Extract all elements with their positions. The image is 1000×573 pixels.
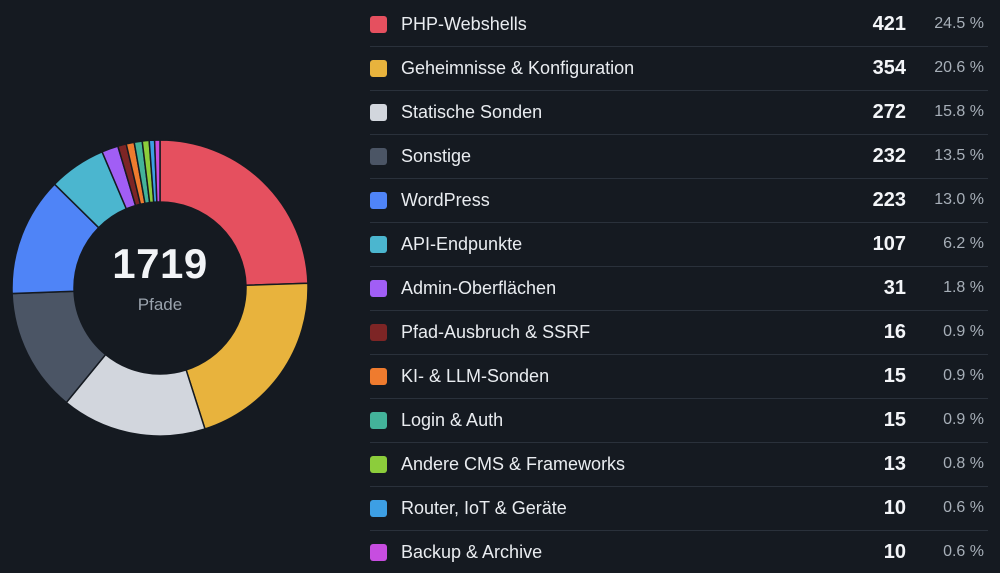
legend-swatch bbox=[370, 148, 387, 165]
legend-count: 10 bbox=[883, 497, 906, 519]
legend: PHP-Webshells 421 24.5 % Geheimnisse & Konf… bbox=[370, 3, 988, 573]
legend-percent: 0.9 % bbox=[943, 411, 984, 428]
legend-label: PHP-Webshells bbox=[401, 14, 527, 34]
legend-row[interactable]: WordPress 223 13.0 % bbox=[370, 179, 988, 223]
legend-count: 15 bbox=[883, 365, 906, 387]
legend-label: Pfad-Ausbruch & SSRF bbox=[401, 322, 591, 342]
donut-chart: 1719 Pfade bbox=[10, 138, 310, 438]
legend-percent: 15.8 % bbox=[934, 103, 984, 120]
legend-percent: 13.5 % bbox=[934, 147, 984, 164]
legend-swatch bbox=[370, 500, 387, 517]
legend-count: 31 bbox=[883, 277, 906, 299]
legend-swatch bbox=[370, 280, 387, 297]
legend-row[interactable]: Backup & Archive 10 0.6 % bbox=[370, 531, 988, 573]
legend-percent: 20.6 % bbox=[934, 59, 984, 76]
legend-row[interactable]: Sonstige 232 13.5 % bbox=[370, 135, 988, 179]
legend-percent: 24.5 % bbox=[934, 15, 984, 32]
legend-count: 107 bbox=[872, 233, 906, 255]
legend-percent: 13.0 % bbox=[934, 191, 984, 208]
legend-row[interactable]: Login & Auth 15 0.9 % bbox=[370, 399, 988, 443]
legend-count: 223 bbox=[872, 189, 906, 211]
legend-row[interactable]: Andere CMS & Frameworks 13 0.8 % bbox=[370, 443, 988, 487]
legend-label: Andere CMS & Frameworks bbox=[401, 454, 626, 474]
legend-count: 15 bbox=[883, 409, 906, 431]
legend-row[interactable]: API-Endpunkte 107 6.2 % bbox=[370, 223, 988, 267]
legend-percent: 0.6 % bbox=[943, 499, 984, 516]
legend-swatch bbox=[370, 544, 387, 561]
legend-label: Geheimnisse & Konfiguration bbox=[401, 58, 635, 78]
legend-swatch bbox=[370, 412, 387, 429]
legend-row[interactable]: Router, IoT & Geräte 10 0.6 % bbox=[370, 487, 988, 531]
legend-swatch bbox=[370, 236, 387, 253]
donut-svg bbox=[11, 139, 309, 437]
legend-count: 10 bbox=[883, 541, 906, 563]
legend-row[interactable]: Admin-Oberflächen 31 1.8 % bbox=[370, 267, 988, 311]
legend-label: KI- & LLM-Sonden bbox=[401, 366, 550, 386]
legend-percent: 0.9 % bbox=[943, 367, 984, 384]
legend-label: Admin-Oberflächen bbox=[401, 278, 557, 298]
legend-percent: 0.8 % bbox=[943, 455, 984, 472]
legend-percent: 0.6 % bbox=[943, 543, 984, 560]
legend-swatch bbox=[370, 368, 387, 385]
legend-label: Router, IoT & Geräte bbox=[401, 498, 567, 518]
legend-label: API-Endpunkte bbox=[401, 234, 523, 254]
total-label: Pfade bbox=[137, 295, 183, 314]
legend-swatch bbox=[370, 192, 387, 209]
legend-count: 272 bbox=[872, 101, 906, 123]
legend-row[interactable]: KI- & LLM-Sonden 15 0.9 % bbox=[370, 355, 988, 399]
legend-percent: 6.2 % bbox=[943, 235, 984, 252]
legend-percent: 0.9 % bbox=[943, 323, 984, 340]
legend-swatch bbox=[370, 60, 387, 77]
legend-percent: 1.8 % bbox=[943, 279, 984, 296]
legend-count: 16 bbox=[883, 321, 906, 343]
legend-swatch bbox=[370, 16, 387, 33]
legend-label: Login & Auth bbox=[401, 410, 504, 430]
legend-row[interactable]: Geheimnisse & Konfiguration 354 20.6 % bbox=[370, 47, 988, 91]
legend-count: 13 bbox=[883, 453, 906, 475]
legend-swatch bbox=[370, 324, 387, 341]
legend-row[interactable]: Pfad-Ausbruch & SSRF 16 0.9 % bbox=[370, 311, 988, 355]
legend-row[interactable]: Statische Sonden 272 15.8 % bbox=[370, 91, 988, 135]
legend-label: Sonstige bbox=[401, 146, 472, 166]
legend-swatch bbox=[370, 456, 387, 473]
legend-label: Backup & Archive bbox=[401, 542, 543, 562]
chart-panel: 1719 Pfade PHP-Webshells 421 24.5 % Geheimn… bbox=[0, 0, 1000, 573]
legend-swatch bbox=[370, 104, 387, 121]
legend-count: 354 bbox=[872, 57, 906, 79]
legend-count: 421 bbox=[872, 13, 906, 35]
legend-count: 232 bbox=[872, 145, 906, 167]
legend-label: WordPress bbox=[401, 190, 490, 210]
legend-label: Statische Sonden bbox=[401, 102, 543, 122]
total-count: 1719 bbox=[112, 240, 208, 287]
legend-row[interactable]: PHP-Webshells 421 24.5 % bbox=[370, 3, 988, 47]
